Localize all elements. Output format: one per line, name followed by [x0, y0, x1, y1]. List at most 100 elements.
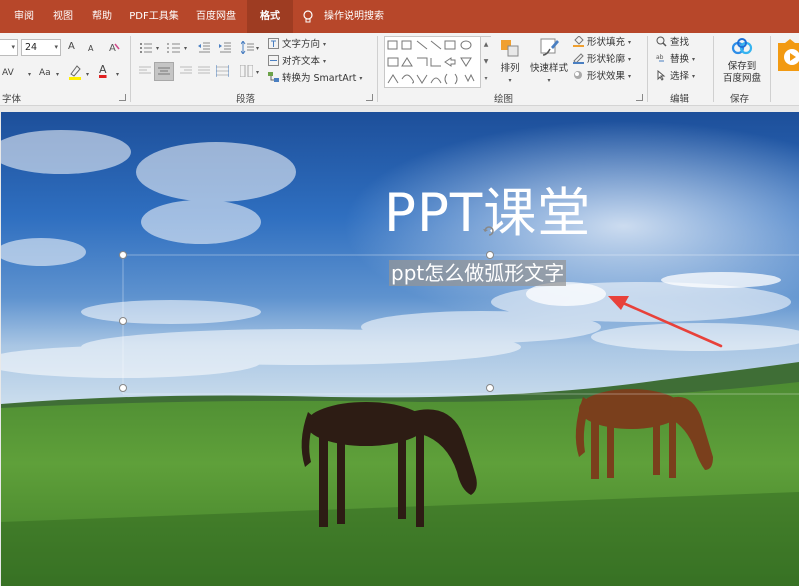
save-to-baidu-button[interactable]: 保存到 百度网盘	[718, 37, 766, 85]
gallery-scroll-up-icon[interactable]: ▲	[480, 37, 491, 54]
numbering-icon[interactable]	[167, 42, 181, 53]
resize-handle-top-left[interactable]	[119, 251, 127, 259]
justify-icon[interactable]	[198, 66, 210, 76]
save-to-baidu-label-1: 保存到	[727, 61, 757, 72]
group-divider	[770, 36, 771, 102]
chevron-down-icon: ▾	[547, 77, 551, 84]
shape-outline-button[interactable]: 形状轮廓 ▾	[573, 53, 631, 66]
arrange-label: 排列	[500, 63, 520, 74]
chevron-down-icon: ▾	[628, 56, 632, 63]
dialog-launcher-icon[interactable]	[119, 94, 126, 101]
replace-label: 替换	[670, 54, 690, 65]
cursor-arrow-icon	[657, 70, 666, 81]
chevron-down-icon: ▾	[256, 69, 260, 76]
change-case-icon[interactable]: Aa	[39, 67, 51, 79]
ribbon: ▾ 24 ▾ A A A AV ▾ Aa ▾ ▾ A ▾ 字体 ▾ ▾ ▾ ▾ …	[0, 33, 799, 106]
tab-pdf-tools[interactable]: PDF工具集	[123, 0, 185, 33]
drawing-group-label: 绘图	[494, 94, 514, 105]
slide-subtitle-selected[interactable]: ppt怎么做弧形文字	[389, 260, 567, 286]
select-button[interactable]: 选择 ▾	[656, 70, 695, 83]
pen-outline-icon	[573, 53, 584, 64]
resize-handle-left[interactable]	[119, 317, 127, 325]
editing-group-label: 编辑	[670, 94, 690, 105]
dialog-launcher-icon[interactable]	[366, 94, 373, 101]
video-addin-button[interactable]	[776, 37, 799, 77]
gallery-more-icon[interactable]: ▾	[480, 71, 491, 88]
slide[interactable]: PPT课堂 ppt怎么做弧形文字	[1, 112, 799, 586]
tab-help[interactable]: 帮助	[84, 0, 120, 33]
chevron-down-icon: ▾	[11, 43, 15, 51]
align-text-icon	[268, 55, 279, 66]
video-player-icon	[778, 39, 799, 71]
align-left-icon[interactable]	[139, 66, 151, 76]
grow-font-icon[interactable]: A	[68, 41, 75, 53]
rotate-handle-icon[interactable]	[482, 224, 496, 238]
text-direction-button[interactable]: 文字方向 ▾	[268, 38, 326, 51]
font-size-combo[interactable]: 24 ▾	[21, 39, 61, 56]
columns-icon[interactable]	[240, 65, 253, 77]
chevron-down-icon: ▾	[28, 71, 32, 78]
font-group-label: 字体	[2, 94, 22, 105]
group-divider	[647, 36, 648, 102]
resize-handle-bottom-left[interactable]	[119, 384, 127, 392]
quick-styles-button[interactable]: 快速样式 ▾	[527, 37, 571, 87]
tab-review[interactable]: 审阅	[6, 0, 42, 33]
gallery-scroll-down-icon[interactable]: ▼	[480, 54, 491, 71]
tab-view[interactable]: 视图	[45, 0, 81, 33]
shape-effects-icon	[574, 71, 582, 79]
text-direction-icon	[268, 38, 279, 49]
convert-smartart-button[interactable]: 转换为 SmartArt ▾	[268, 72, 362, 85]
tab-format[interactable]: 格式	[247, 0, 293, 33]
align-text-button[interactable]: 对齐文本 ▾	[268, 55, 326, 68]
chevron-down-icon: ▾	[56, 71, 60, 78]
resize-handle-bottom[interactable]	[486, 384, 494, 392]
dialog-launcher-icon[interactable]	[636, 94, 643, 101]
lightbulb-icon	[303, 10, 313, 23]
chevron-down-icon: ▾	[692, 73, 696, 80]
shape-outline-label: 形状轮廓	[587, 54, 626, 65]
shapes-gallery-icons	[387, 40, 475, 85]
group-divider	[130, 36, 131, 102]
align-center-button[interactable]	[154, 62, 174, 81]
chevron-down-icon: ▾	[323, 58, 327, 65]
arrange-button[interactable]: 排列 ▾	[497, 37, 523, 87]
align-right-icon[interactable]	[180, 66, 192, 76]
shapes-gallery[interactable]: ▲ ▼ ▾	[384, 36, 491, 88]
shape-fill-button[interactable]: 形状填充 ▾	[573, 36, 631, 49]
distributed-icon[interactable]	[216, 65, 229, 77]
align-center-icon	[158, 67, 170, 75]
find-label: 查找	[670, 37, 690, 48]
increase-indent-icon[interactable]	[219, 42, 232, 53]
replace-button[interactable]: ab 替换 ▾	[656, 53, 695, 66]
tell-me-search[interactable]: 操作说明搜索	[302, 0, 384, 33]
line-spacing-icon[interactable]	[241, 41, 254, 54]
chevron-down-icon: ▾	[508, 77, 512, 84]
paintbrush-icon	[540, 38, 559, 56]
shrink-font-icon[interactable]: A	[88, 43, 93, 55]
tab-baidu-netdisk[interactable]: 百度网盘	[188, 0, 244, 33]
convert-smartart-label: 转换为 SmartArt	[282, 73, 357, 84]
bullets-icon[interactable]	[139, 42, 153, 53]
font-size-value: 24	[25, 42, 38, 53]
resize-handle-top[interactable]	[486, 251, 494, 259]
select-label: 选择	[670, 71, 690, 82]
highlight-color-icon[interactable]	[68, 64, 82, 80]
shape-effects-button[interactable]: 形状效果 ▾	[573, 70, 631, 83]
chevron-down-icon: ▾	[323, 41, 327, 48]
svg-text:ab: ab	[656, 54, 664, 61]
smartart-icon	[268, 72, 279, 82]
arrange-icon	[501, 40, 519, 57]
replace-icon: ab	[656, 54, 664, 62]
character-spacing-icon[interactable]: AV	[2, 67, 14, 79]
find-button[interactable]: 查找	[656, 36, 689, 49]
quick-styles-label: 快速样式	[529, 63, 568, 74]
font-color-icon[interactable]: A	[99, 64, 107, 76]
chevron-down-icon: ▾	[184, 45, 188, 52]
font-name-combo[interactable]: ▾	[0, 39, 18, 56]
decrease-indent-icon[interactable]	[198, 42, 211, 53]
chevron-down-icon: ▾	[692, 56, 696, 63]
baidu-cloud-icon	[731, 38, 753, 55]
text-direction-label: 文字方向	[282, 39, 321, 50]
clear-formatting-icon[interactable]: A	[108, 41, 120, 53]
paragraph-group-label: 段落	[236, 94, 256, 105]
